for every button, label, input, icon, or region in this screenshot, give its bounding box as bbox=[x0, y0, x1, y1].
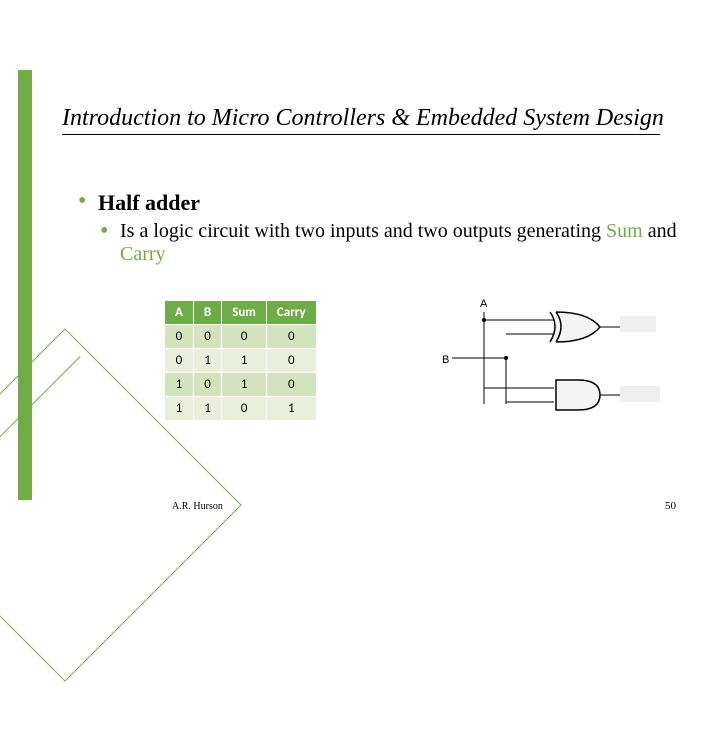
sum-word: Sum bbox=[606, 220, 643, 242]
half-adder-circuit: A B Sum Carry bbox=[438, 298, 668, 428]
and-word: and bbox=[643, 220, 677, 242]
page-title: Introduction to Micro Controllers & Embe… bbox=[62, 105, 670, 132]
table-row: 0 0 0 0 bbox=[165, 325, 317, 349]
title-row: Introduction to Micro Controllers & Embe… bbox=[62, 105, 670, 135]
table-row: 1 0 1 0 bbox=[165, 373, 317, 397]
bullet-body-pre: Is a logic circuit with two inputs and t… bbox=[120, 220, 606, 242]
col-carry: Carry bbox=[266, 301, 316, 325]
bullet-level2: Is a logic circuit with two inputs and t… bbox=[100, 220, 680, 266]
bullet-level1: Half adder bbox=[78, 190, 680, 216]
table-header-row: A B Sum Carry bbox=[165, 301, 317, 325]
bullet-heading: Half adder bbox=[98, 190, 200, 215]
content-area: Half adder Is a logic circuit with two i… bbox=[78, 190, 680, 266]
footer-page: 50 bbox=[665, 500, 676, 512]
col-a: A bbox=[165, 301, 194, 325]
table-row: 1 1 0 1 bbox=[165, 397, 317, 421]
col-sum: Sum bbox=[222, 301, 267, 325]
col-b: B bbox=[193, 301, 221, 325]
accent-bar bbox=[18, 70, 32, 500]
circuit-svg bbox=[438, 298, 668, 428]
title-underline bbox=[62, 134, 660, 135]
truth-table: A B Sum Carry 0 0 0 0 0 1 1 0 1 0 1 bbox=[164, 300, 317, 421]
carry-word: Carry bbox=[120, 243, 166, 265]
table-row: 0 1 1 0 bbox=[165, 349, 317, 373]
